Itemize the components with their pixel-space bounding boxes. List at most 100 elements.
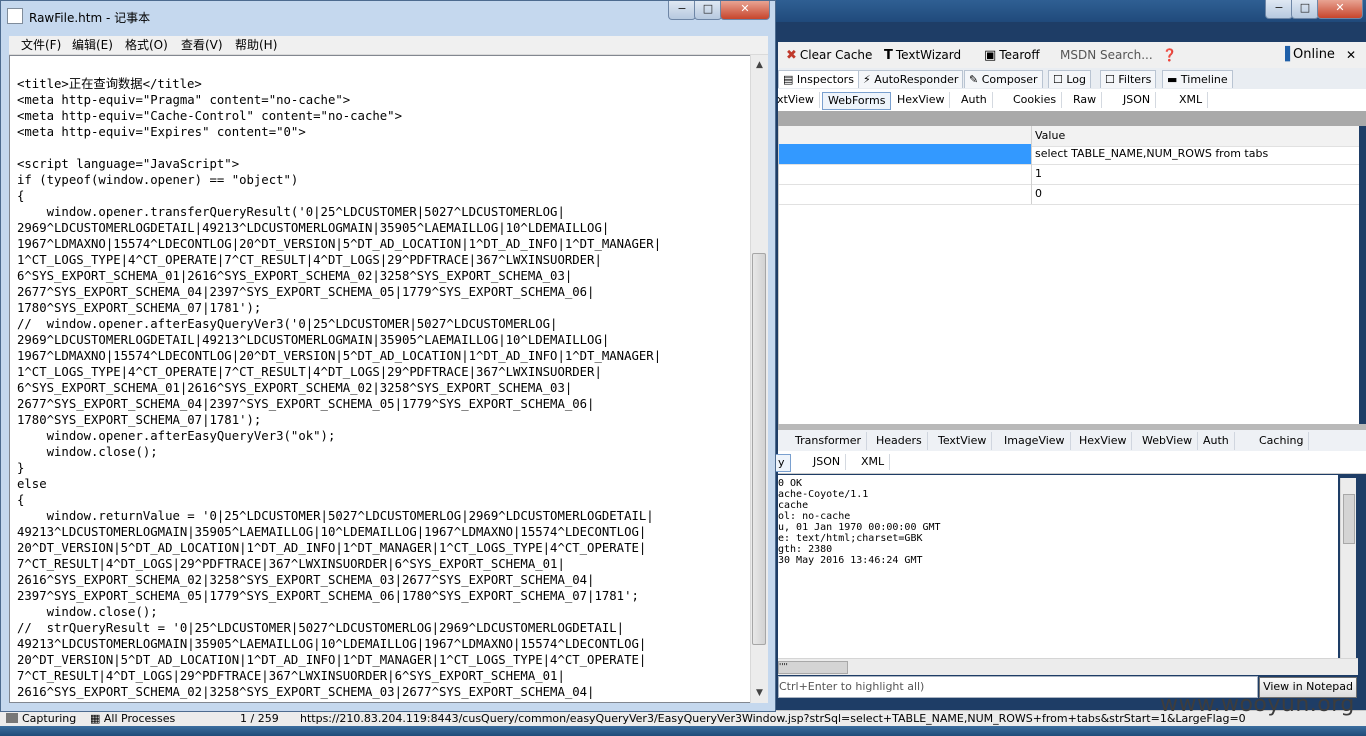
tab-transformer[interactable]: Transformer	[790, 432, 868, 450]
tab-caching[interactable]: Caching	[1254, 432, 1310, 450]
grid-cell-value: select TABLE_NAME,NUM_ROWS from tabs	[1031, 144, 1360, 164]
tab-timeline[interactable]: ▬ Timeline	[1162, 70, 1233, 88]
table-row[interactable]: 0	[779, 184, 1359, 205]
tab-json[interactable]: JSON	[1118, 92, 1157, 108]
tearoff-label: Tearoff	[999, 48, 1040, 62]
tab-auth[interactable]: Auth	[956, 92, 993, 108]
taskbar	[0, 726, 1366, 736]
tab-hexview-response[interactable]: HexView	[1074, 432, 1133, 450]
minimize-button[interactable]: −	[668, 1, 696, 20]
tab-auth-response[interactable]: Auth	[1198, 432, 1235, 450]
code-line: window.returnValue = '0|25^LDCUSTOMER|50…	[17, 509, 654, 523]
code-line: 6^SYS_EXPORT_SCHEMA_01|2616^SYS_EXPORT_S…	[17, 381, 573, 395]
tab-textview-response[interactable]: TextView	[933, 432, 993, 450]
clear-cache-icon: ✖	[786, 48, 797, 63]
tab-filters[interactable]: ☐ Filters	[1100, 70, 1157, 88]
tab-raw[interactable]: Raw	[1068, 92, 1103, 108]
response-inspector-tabs: Transformer Headers TextView ImageView H…	[778, 430, 1366, 452]
tab-imageview[interactable]: ImageView	[999, 432, 1071, 450]
process-icon: ▦	[90, 712, 104, 725]
online-indicator[interactable]: ▐ Online	[1280, 46, 1335, 64]
help-icon[interactable]: ❓	[1162, 46, 1177, 64]
process-label: All Processes	[103, 712, 176, 725]
textwizard-button[interactable]: T TextWizard	[884, 46, 961, 64]
code-line: 1^CT_LOGS_TYPE|4^CT_OPERATE|7^CT_RESULT|…	[17, 365, 602, 379]
code-line: 7^CT_RESULT|4^DT_LOGS|29^PDFTRACE|367^LW…	[17, 557, 565, 571]
tab-textview[interactable]: xtView	[772, 92, 820, 108]
fiddler-title-bar: − □ ✕	[770, 0, 1366, 22]
process-filter[interactable]: ▦ All Processes	[90, 711, 175, 727]
code-line: <meta http-equiv="Expires" content="0">	[17, 125, 306, 139]
menu-view[interactable]: 查看(V)	[181, 37, 223, 54]
tearoff-icon: ▣	[984, 48, 997, 63]
code-line: {	[17, 493, 25, 507]
tab-composer[interactable]: ✎ Composer	[964, 70, 1043, 88]
menu-edit[interactable]: 编辑(E)	[72, 37, 113, 54]
scroll-thumb[interactable]	[1343, 494, 1355, 544]
tab-autoresponder[interactable]: ⚡ AutoResponder	[858, 70, 964, 88]
capturing-indicator[interactable]: Capturing	[6, 711, 76, 727]
code-line: 1967^LDMAXNO|15574^LDECONTLOG|20^DT_VERS…	[17, 349, 662, 363]
code-line: 2677^SYS_EXPORT_SCHEMA_04|2397^SYS_EXPOR…	[17, 397, 595, 411]
scroll-thumb[interactable]: ''''	[778, 661, 848, 674]
log-icon: ☐	[1053, 73, 1067, 86]
table-row[interactable]: select TABLE_NAME,NUM_ROWS from tabs	[779, 144, 1359, 165]
close-button[interactable]: ✕	[720, 1, 770, 20]
tab-webforms[interactable]: WebForms	[822, 92, 892, 110]
maximize-button[interactable]: □	[694, 1, 722, 20]
code-line: }	[17, 461, 25, 475]
scroll-thumb[interactable]	[752, 253, 766, 645]
response-line: 30 May 2016 13:46:24 GMT	[778, 555, 923, 566]
tab-inspectors[interactable]: ▤ Inspectors	[778, 70, 859, 88]
textwizard-label: TextWizard	[895, 48, 962, 62]
text-editor-area[interactable]: <title>正在查询数据</title> <meta http-equiv="P…	[9, 55, 759, 703]
tab-json-response[interactable]: JSON	[808, 454, 847, 470]
vertical-scrollbar[interactable]: ▲ ▼	[750, 55, 768, 703]
clear-cache-button[interactable]: ✖ Clear Cache	[786, 46, 872, 64]
code-line: 2616^SYS_EXPORT_SCHEMA_02|3258^SYS_EXPOR…	[17, 573, 595, 587]
notepad-window: RawFile.htm - 记事本 − □ ✕ 文件(F) 编辑(E) 格式(O…	[0, 0, 776, 712]
menu-format[interactable]: 格式(O)	[125, 37, 168, 54]
capture-icon	[6, 713, 18, 723]
menu-file[interactable]: 文件(F)	[21, 37, 61, 54]
msdn-search-box[interactable]: MSDN Search...	[1060, 46, 1153, 64]
notepad-icon	[7, 8, 23, 24]
toolbar-close-icon[interactable]: ✕	[1346, 46, 1356, 64]
table-row[interactable]: 1	[779, 164, 1359, 185]
tab-xml[interactable]: XML	[1174, 92, 1209, 108]
tab-cookies[interactable]: Cookies	[1008, 92, 1063, 108]
tearoff-button[interactable]: ▣ Tearoff	[984, 46, 1040, 64]
tab-hexview[interactable]: HexView	[892, 92, 951, 108]
fiddler-maximize-button[interactable]: □	[1291, 0, 1319, 19]
divider	[778, 111, 1366, 126]
response-inspector-tabs-secondary: y JSON XML	[772, 451, 1366, 474]
tab-label: AutoResponder	[874, 73, 959, 86]
composer-icon: ✎	[969, 73, 982, 86]
scroll-up-icon[interactable]: ▲	[751, 57, 768, 73]
code-line: <title>正在查询数据</title>	[17, 77, 202, 91]
tab-headers[interactable]: Headers	[871, 432, 928, 450]
code-line: 1780^SYS_EXPORT_SCHEMA_07|1781');	[17, 301, 262, 315]
code-line: <meta http-equiv="Pragma" content="no-ca…	[17, 93, 351, 107]
notepad-title-bar: RawFile.htm - 记事本	[7, 5, 150, 29]
fiddler-minimize-button[interactable]: −	[1265, 0, 1293, 19]
code-line: 7^CT_RESULT|4^DT_LOGS|29^PDFTRACE|367^LW…	[17, 669, 565, 683]
tab-webview[interactable]: WebView	[1137, 432, 1199, 450]
response-horizontal-scrollbar[interactable]: ''''	[778, 658, 1358, 675]
scroll-down-icon[interactable]: ▼	[751, 685, 768, 701]
response-raw-text[interactable]: 0 OK ache-Coyote/1.1 cache ol: no-cache …	[778, 475, 1338, 660]
value-column-header[interactable]: Value	[1031, 126, 1360, 146]
tab-label: Log	[1066, 73, 1087, 86]
code-line: {	[17, 189, 25, 203]
tab-xml-response[interactable]: XML	[856, 454, 891, 470]
code-line: 2969^LDCUSTOMERLOGDETAIL|49213^LDCUSTOME…	[17, 221, 610, 235]
tab-label: Inspectors	[796, 73, 854, 86]
fiddler-toolbar: ✖ Clear Cache T TextWizard ▣ Tearoff MSDN S…	[778, 42, 1366, 69]
status-url: https://210.83.204.119:8443/cusQuery/com…	[300, 712, 1246, 725]
tab-log[interactable]: ☐ Log	[1048, 70, 1092, 88]
response-vertical-scrollbar[interactable]	[1340, 478, 1356, 660]
menu-help[interactable]: 帮助(H)	[235, 37, 277, 54]
tab-label: Filters	[1118, 73, 1152, 86]
code-line: // strQueryResult = '0|25^LDCUSTOMER|502…	[17, 621, 625, 635]
fiddler-close-button[interactable]: ✕	[1317, 0, 1363, 19]
